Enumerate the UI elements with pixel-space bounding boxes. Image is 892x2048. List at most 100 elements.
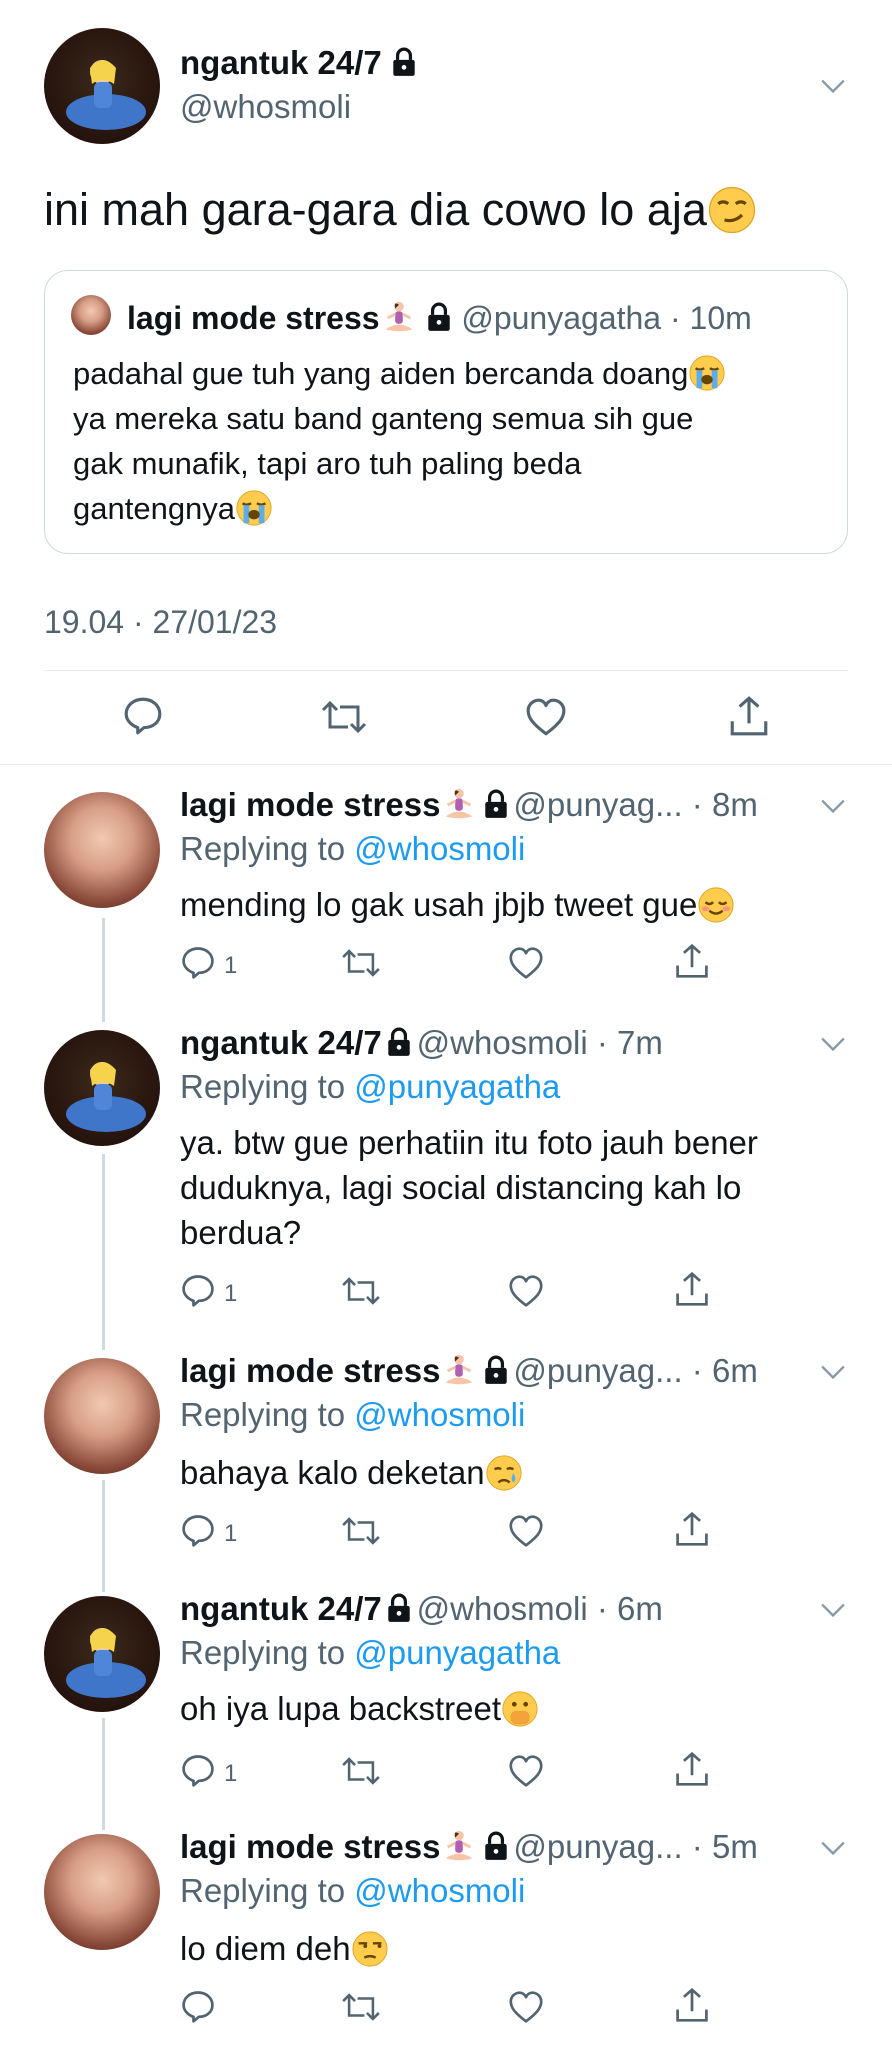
quoted-text: padahal gue tuh yang aiden bercanda doan…: [73, 351, 726, 531]
divider: [0, 764, 892, 765]
mention-link[interactable]: @whosmoli: [354, 1396, 525, 1433]
author-name: ngantuk 24/7: [180, 44, 382, 81]
share-icon[interactable]: [674, 942, 710, 980]
share-icon[interactable]: [674, 1270, 710, 1308]
author-name: ngantuk 24/7: [180, 1024, 382, 1061]
lotus-emoji: [380, 299, 418, 337]
retweet-icon[interactable]: [340, 1274, 382, 1308]
retweet-icon[interactable]: [340, 1754, 382, 1788]
like-icon[interactable]: [508, 1514, 544, 1548]
like-icon[interactable]: [508, 1274, 544, 1308]
author-handle: @whosmoli: [416, 1024, 588, 1061]
lock-icon: [391, 47, 417, 77]
avatar: [71, 295, 111, 335]
author-name: lagi mode stress: [180, 786, 441, 823]
tweet-text: oh iya lupa backstreet: [180, 1690, 502, 1727]
reply-icon[interactable]: [180, 1988, 216, 2024]
thread-line: [102, 1480, 105, 1592]
tweet-time: 6m: [711, 1352, 758, 1389]
chevron-down-icon[interactable]: [820, 798, 846, 814]
share-icon[interactable]: [674, 1750, 710, 1788]
sob-emoji: [235, 489, 273, 527]
reply-count: 1: [224, 1760, 238, 1787]
chevron-down-icon[interactable]: [820, 1602, 846, 1618]
unamused-emoji: [351, 1930, 389, 1968]
lotus-emoji: [440, 1352, 478, 1390]
mention-link[interactable]: @punyagatha: [354, 1068, 560, 1105]
tweet-text: mending lo gak usah jbjb tweet gue: [180, 886, 698, 923]
like-icon[interactable]: [508, 946, 544, 980]
replying-to: Replying to @punyagatha: [180, 1068, 561, 1105]
replying-to: Replying to @whosmoli: [180, 830, 526, 867]
reply-count: 1: [224, 952, 238, 979]
share-icon[interactable]: [674, 1986, 710, 2024]
divider: [44, 670, 848, 671]
relieved-emoji: [697, 886, 735, 924]
avatar[interactable]: [44, 792, 160, 908]
share-icon[interactable]: [674, 1510, 710, 1548]
replying-to: Replying to @whosmoli: [180, 1396, 526, 1433]
tweet-time: 7m: [617, 1024, 663, 1061]
quoted-tweet-card[interactable]: lagi mode stress @punyagatha · 10m padah…: [44, 270, 848, 554]
reply-icon[interactable]: [122, 694, 164, 736]
reply-count: 1: [224, 1280, 238, 1307]
author-handle: @punyag...: [513, 786, 683, 823]
tweet-time: 5m: [711, 1828, 758, 1865]
author-name: ngantuk 24/7: [180, 1590, 382, 1627]
reply-icon[interactable]: [180, 1512, 216, 1548]
reply-count: 1: [224, 1520, 238, 1547]
retweet-icon[interactable]: [340, 1514, 382, 1548]
replying-to: Replying to @punyagatha: [180, 1634, 561, 1671]
avatar[interactable]: [44, 28, 160, 144]
quoted-time: 10m: [689, 300, 752, 336]
replying-to: Replying to @whosmoli: [180, 1872, 526, 1909]
chevron-down-icon[interactable]: [820, 1036, 846, 1052]
lock-icon: [483, 789, 509, 819]
tweet-text: ya. btw gue perhatiin itu foto jauh bene…: [180, 1124, 758, 1251]
author-handle[interactable]: @whosmoli: [180, 88, 351, 126]
retweet-icon[interactable]: [340, 1990, 382, 2024]
sob-emoji: [688, 354, 726, 392]
avatar[interactable]: [44, 1596, 160, 1712]
smirk-emoji: [707, 185, 757, 235]
lock-icon: [386, 1593, 412, 1623]
tweet-text: bahaya kalo deketan: [180, 1454, 485, 1491]
avatar[interactable]: [44, 1834, 160, 1950]
retweet-icon[interactable]: [320, 697, 368, 737]
reply-icon[interactable]: [180, 1272, 216, 1308]
chevron-down-icon[interactable]: [820, 1840, 846, 1856]
thread-line: [102, 1718, 105, 1830]
author-name: lagi mode stress: [180, 1828, 441, 1865]
like-icon[interactable]: [508, 1990, 544, 2024]
mention-link[interactable]: @whosmoli: [354, 830, 525, 867]
lock-icon: [483, 1831, 509, 1861]
hand-over-mouth-emoji: [501, 1690, 539, 1728]
avatar[interactable]: [44, 1030, 160, 1146]
quoted-author-handle: @punyagatha: [461, 300, 662, 336]
reply-icon[interactable]: [180, 1752, 216, 1788]
lock-icon: [483, 1355, 509, 1385]
author-handle: @punyag...: [513, 1828, 683, 1865]
avatar[interactable]: [44, 1358, 160, 1474]
tweet-time: 8m: [711, 786, 758, 823]
chevron-down-icon[interactable]: [820, 78, 846, 94]
lotus-emoji: [440, 786, 478, 824]
like-icon[interactable]: [508, 1754, 544, 1788]
author-handle: @whosmoli: [416, 1590, 588, 1627]
sad-tear-emoji: [485, 1454, 523, 1492]
tweet-timestamp[interactable]: 19.04 · 27/01/23: [44, 604, 277, 641]
mention-link[interactable]: @whosmoli: [354, 1872, 525, 1909]
tweet-text: lo diem deh: [180, 1930, 351, 1967]
share-icon[interactable]: [728, 694, 770, 738]
thread-line: [102, 1154, 105, 1350]
tweet-text: ini mah gara-gara dia cowo lo aja: [44, 184, 707, 235]
lock-icon: [386, 1027, 412, 1057]
chevron-down-icon[interactable]: [820, 1364, 846, 1380]
like-icon[interactable]: [525, 697, 567, 737]
reply-icon[interactable]: [180, 944, 216, 980]
lotus-emoji: [440, 1828, 478, 1866]
mention-link[interactable]: @punyagatha: [354, 1634, 560, 1671]
retweet-icon[interactable]: [340, 946, 382, 980]
thread-line: [102, 918, 105, 1022]
quoted-author-name: lagi mode stress: [127, 300, 380, 336]
